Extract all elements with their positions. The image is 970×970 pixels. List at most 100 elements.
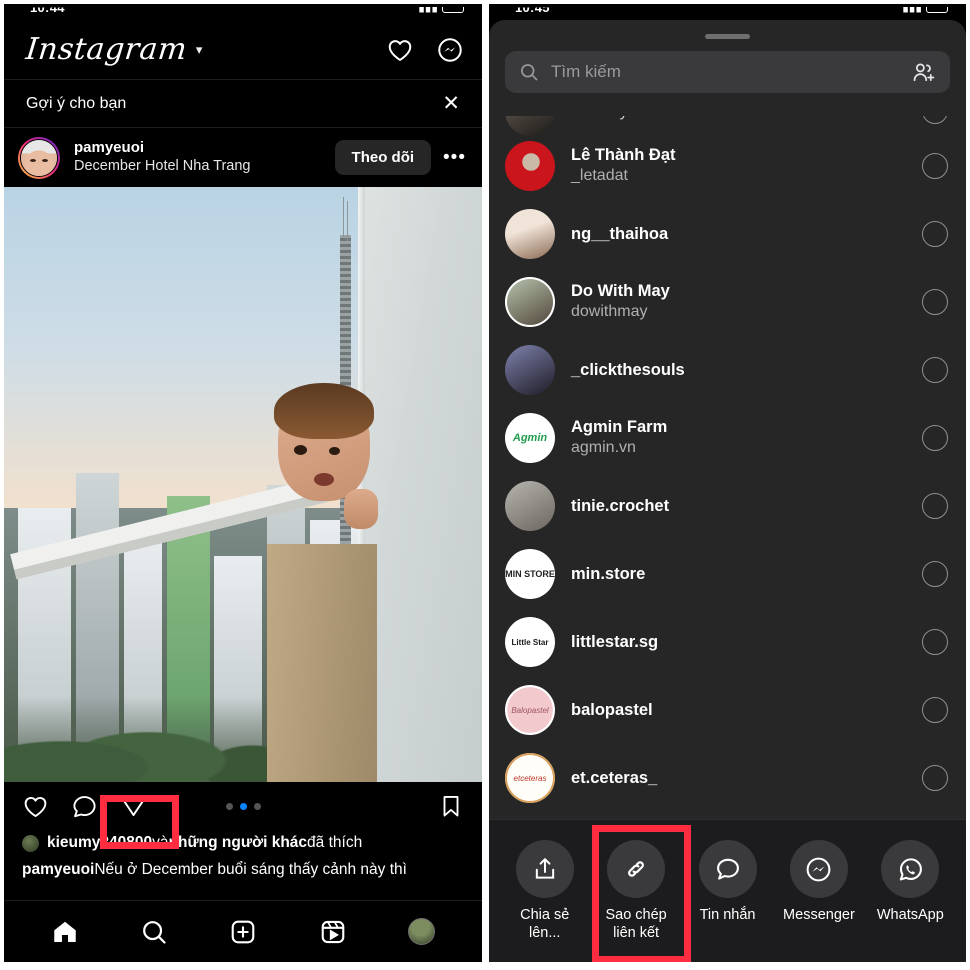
- bookmark-icon[interactable]: [438, 793, 464, 819]
- share-action-copy-link[interactable]: Sao chép liên kết: [590, 840, 681, 942]
- radio-unselected[interactable]: [922, 493, 948, 519]
- contact-text: ng__thaihoa: [571, 225, 922, 244]
- signal-bars-icon: ▮▮▮: [418, 4, 438, 14]
- avatar[interactable]: [505, 141, 555, 191]
- avatar[interactable]: [18, 136, 60, 179]
- search-icon: [519, 62, 539, 82]
- list-item[interactable]: Do With May dowithmay: [489, 268, 966, 336]
- status-bar-right: 10:45 ▮▮▮: [489, 4, 966, 20]
- contact-username: et.ceteras_: [571, 768, 658, 787]
- home-icon[interactable]: [51, 918, 79, 946]
- suggestion-title: Gợi ý cho bạn: [26, 94, 127, 112]
- list-item[interactable]: Little Star littlestar.sg: [489, 608, 966, 676]
- avatar[interactable]: Little Star: [505, 617, 555, 667]
- comment-icon[interactable]: [71, 793, 98, 820]
- signal-bars-icon: ▮▮▮: [902, 4, 922, 14]
- share-action-label: Tin nhắn: [699, 907, 756, 923]
- battery-icon: [442, 7, 464, 13]
- battery-icon: [926, 7, 948, 13]
- share-actions-bar: Chia sẻ lên... Sao chép liên kết Tin nhắ…: [489, 819, 966, 962]
- list-item[interactable]: _clickthesouls: [489, 336, 966, 404]
- list-item[interactable]: ng__thaihoa: [489, 200, 966, 268]
- list-item[interactable]: MIN STORE min.store: [489, 540, 966, 608]
- contact-text: min.store: [571, 565, 922, 584]
- search-icon[interactable]: [140, 918, 168, 946]
- post-photo[interactable]: [4, 187, 482, 782]
- add-people-icon[interactable]: [911, 60, 936, 85]
- radio-unselected[interactable]: [922, 697, 948, 723]
- suggestion-location: December Hotel Nha Trang: [74, 158, 251, 175]
- contact-username: tuiladuytan: [571, 116, 922, 121]
- caption-username[interactable]: pamyeuoi: [22, 861, 94, 879]
- profile-avatar[interactable]: [408, 918, 436, 945]
- search-input[interactable]: Tìm kiếm: [505, 51, 950, 93]
- avatar[interactable]: etceteras: [505, 753, 555, 803]
- plus-square-icon[interactable]: [229, 918, 257, 946]
- contact-text: littlestar.sg: [571, 633, 922, 652]
- heart-icon[interactable]: [386, 36, 414, 64]
- list-item[interactable]: etceteras et.ceteras_: [489, 744, 966, 812]
- radio-unselected[interactable]: [922, 425, 948, 451]
- suggestion-text: pamyeuoi December Hotel Nha Trang: [74, 139, 335, 177]
- contact-text: tuiladuytan: [571, 116, 922, 121]
- list-item[interactable]: tuiladuytan: [489, 116, 966, 136]
- share-action-messages[interactable]: Tin nhắn: [682, 840, 773, 925]
- radio-unselected[interactable]: [922, 153, 948, 179]
- likes-others[interactable]: những người khác: [169, 834, 308, 852]
- radio-unselected[interactable]: [922, 765, 948, 791]
- status-indicators: ▮▮▮: [418, 4, 464, 14]
- list-item[interactable]: Agmin Agmin Farm agmin.vn: [489, 404, 966, 472]
- suggestion-more-button[interactable]: •••: [443, 148, 466, 166]
- contact-name: Agmin Farm: [571, 418, 668, 437]
- link-icon: [607, 840, 666, 898]
- avatar[interactable]: [505, 209, 555, 259]
- contact-name: Lê Thành Đạt: [571, 146, 676, 165]
- heart-icon[interactable]: [22, 793, 49, 820]
- share-paper-plane-icon[interactable]: [120, 793, 147, 820]
- reels-icon[interactable]: [319, 918, 347, 946]
- chevron-down-icon[interactable]: ▾: [196, 42, 203, 58]
- share-action-label: Messenger: [783, 907, 855, 923]
- status-time: 10:45: [515, 4, 550, 16]
- radio-unselected[interactable]: [922, 629, 948, 655]
- status-bar-left: 10:44 ▮▮▮: [4, 4, 482, 20]
- chat-bubble-icon: [698, 840, 757, 898]
- suggestion-row[interactable]: pamyeuoi December Hotel Nha Trang Theo d…: [4, 128, 482, 187]
- contact-username: _letadat: [571, 166, 628, 184]
- radio-unselected[interactable]: [922, 561, 948, 587]
- instagram-logo: Instagram: [24, 31, 189, 67]
- avatar[interactable]: Agmin: [505, 413, 555, 463]
- drag-handle[interactable]: [705, 34, 750, 39]
- avatar[interactable]: [505, 481, 555, 531]
- contact-text: _clickthesouls: [571, 361, 922, 380]
- list-item[interactable]: Lê Thành Đạt _letadat: [489, 132, 966, 200]
- caption-text: Nếu ở December buổi sáng thấy cảnh này t…: [94, 861, 407, 879]
- carousel-dot-active: [239, 802, 247, 810]
- contacts-list[interactable]: tuiladuytan Lê Thành Đạt _letadat ng__: [489, 116, 966, 819]
- contact-username: tinie.crochet: [571, 496, 670, 515]
- share-action-messenger[interactable]: Messenger: [773, 840, 864, 925]
- share-action-share-to[interactable]: Chia sẻ lên...: [499, 840, 590, 942]
- close-icon[interactable]: ✕: [442, 93, 460, 114]
- screenshot-stage: 10:44 ▮▮▮ Instagram ▾ Gợi ý cho bạn ✕ pa…: [0, 0, 970, 970]
- radio-unselected[interactable]: [922, 116, 948, 124]
- likes-username: kieumy240800: [47, 834, 153, 852]
- messenger-icon[interactable]: [436, 36, 464, 64]
- follow-button[interactable]: Theo dõi: [334, 140, 432, 175]
- share-action-label: WhatsApp: [876, 907, 944, 923]
- list-item[interactable]: Balopastel balopastel: [489, 676, 966, 744]
- radio-unselected[interactable]: [922, 357, 948, 383]
- post-action-bar: [4, 782, 482, 830]
- carousel-dot: [253, 802, 261, 810]
- list-item[interactable]: tinie.crochet: [489, 472, 966, 540]
- avatar[interactable]: [505, 345, 555, 395]
- share-action-label: Chia sẻ lên...: [520, 907, 570, 941]
- contact-username: _clickthesouls: [571, 360, 685, 379]
- liker-avatar: [22, 834, 39, 852]
- avatar[interactable]: [505, 277, 555, 327]
- radio-unselected[interactable]: [922, 289, 948, 315]
- avatar[interactable]: MIN STORE: [505, 549, 555, 599]
- radio-unselected[interactable]: [922, 221, 948, 247]
- share-action-whatsapp[interactable]: WhatsApp: [865, 840, 956, 925]
- avatar[interactable]: Balopastel: [505, 685, 555, 735]
